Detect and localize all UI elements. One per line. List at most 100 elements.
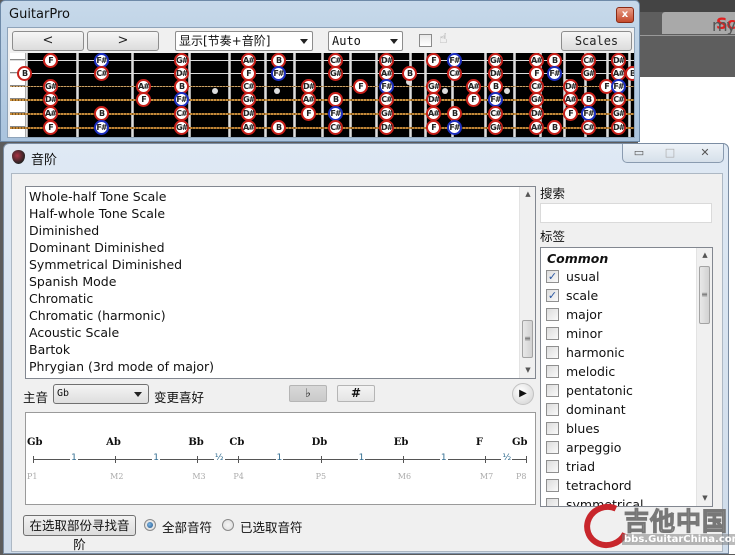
scale-list-item[interactable]: Dominant Diminished [29,240,165,255]
all-notes-radio[interactable] [144,519,156,531]
scroll-up-icon[interactable]: ▲ [520,187,535,202]
fret-note[interactable]: F [43,53,58,68]
fret-note[interactable]: F# [547,66,562,81]
minimize-button[interactable]: ▭ [623,144,655,162]
fret-note[interactable]: A# [301,92,316,107]
scale-list-item[interactable]: Half-whole Tone Scale [29,206,165,221]
tag-item[interactable]: pentatonic [546,382,633,399]
fret-note[interactable]: F [563,106,578,121]
fret-note[interactable]: F# [94,120,109,135]
fret-note[interactable]: C# [488,106,503,121]
tag-checkbox[interactable]: ✓ [546,289,559,302]
fret-note[interactable]: F [353,79,368,94]
close-button[interactable]: ✕ [685,144,725,162]
scale-list-item[interactable]: Whole-half Tone Scale [29,189,166,204]
fret-note[interactable]: G# [581,66,596,81]
fret-note[interactable]: A# [529,120,544,135]
background-tab[interactable]: my Sc [662,12,735,35]
fret-note[interactable]: A# [43,106,58,121]
scale-list-item[interactable]: Symmetrical Diminished [29,257,182,272]
fret-note[interactable]: F [301,106,316,121]
tag-item[interactable]: dominant [546,401,626,418]
tag-checkbox[interactable] [546,384,559,397]
tag-checkbox[interactable] [546,460,559,473]
scale-list-item[interactable]: Bartok [29,342,70,357]
fret-note[interactable]: C# [581,120,596,135]
tag-item[interactable]: triad [546,458,595,475]
fret-note[interactable]: C# [94,66,109,81]
tag-item[interactable]: ✓ usual [546,268,600,285]
fret-note[interactable]: D# [611,120,626,135]
auto-select[interactable]: Auto [328,31,403,51]
tag-checkbox[interactable] [546,422,559,435]
selected-notes-radio[interactable] [222,519,234,531]
tag-checkbox[interactable] [546,365,559,378]
next-button[interactable]: > [87,31,159,51]
fret-note[interactable]: G# [328,66,343,81]
play-button[interactable]: ▶ [512,383,534,405]
find-scale-in-selection-button[interactable]: 在选取部份寻找音阶 [23,515,136,552]
tag-item[interactable]: major [546,306,602,323]
scroll-up-icon[interactable]: ▲ [697,248,712,263]
fret-note[interactable]: A# [426,106,441,121]
fret-note[interactable]: D# [529,106,544,121]
fret-note[interactable]: G# [379,106,394,121]
display-mode-select[interactable]: 显示[节奏+音阶] [175,31,313,51]
fret-note[interactable]: D# [43,92,58,107]
tag-checkbox[interactable] [546,327,559,340]
option-checkbox[interactable] [419,34,432,47]
fret-note[interactable]: G# [241,92,256,107]
fret-note[interactable]: A# [241,120,256,135]
tag-item[interactable]: blues [546,420,600,437]
tags-list[interactable]: Common ▲ ≡ ▼ ✓ usual ✓ scale major minor harmo… [540,247,713,507]
fret-note[interactable]: F# [447,120,462,135]
fret-note[interactable]: B [271,120,286,135]
fret-note[interactable]: F [43,120,58,135]
hand-icon[interactable]: ☝ [439,31,448,47]
fret-note[interactable]: F [426,53,441,68]
scale-list-item[interactable]: Phrygian (3rd mode of major) [29,359,214,374]
fret-note[interactable]: B [547,120,562,135]
tag-checkbox[interactable] [546,441,559,454]
fret-note[interactable]: B [447,106,462,121]
tonic-select[interactable]: Gb [53,384,149,404]
all-notes-label[interactable]: 全部音符 [162,517,212,536]
tag-item[interactable]: tetrachord [546,477,632,494]
fret-note[interactable]: C# [174,106,189,121]
fret-note[interactable]: G# [174,120,189,135]
scale-list-item[interactable]: Chromatic (harmonic) [29,308,166,323]
fret-note[interactable]: F# [488,92,503,107]
tag-item[interactable]: minor [546,325,602,342]
scroll-thumb[interactable]: ≡ [522,320,533,358]
flat-button[interactable]: ♭ [289,385,327,402]
fret-note[interactable]: C# [328,120,343,135]
tag-item[interactable]: harmonic [546,344,625,361]
fret-note[interactable]: G# [529,92,544,107]
fret-note[interactable]: F# [328,106,343,121]
fret-note[interactable]: F# [271,66,286,81]
tag-item[interactable]: arpeggio [546,439,621,456]
tag-checkbox[interactable]: ✓ [546,270,559,283]
fret-note[interactable]: F# [581,106,596,121]
fret-note[interactable]: C# [379,92,394,107]
fret-note[interactable]: C# [447,66,462,81]
scale-list-item[interactable]: Spanish Mode [29,274,116,289]
fret-note[interactable]: A# [563,92,578,107]
tag-checkbox[interactable] [546,479,559,492]
tag-item[interactable]: ✓ scale [546,287,598,304]
fret-note[interactable]: G# [488,120,503,135]
fret-note[interactable]: F [136,92,151,107]
tags-scrollbar[interactable]: ▲ ≡ ▼ [696,248,712,506]
tag-item[interactable]: melodic [546,363,615,380]
prev-button[interactable]: < [12,31,84,51]
sharp-button[interactable]: # [337,385,375,402]
fret-note[interactable]: B [402,66,417,81]
fret-note[interactable]: G# [611,106,626,121]
tag-checkbox[interactable] [546,308,559,321]
tag-checkbox[interactable] [546,403,559,416]
fret-note[interactable]: B [581,92,596,107]
scale-list-item[interactable]: Acoustic Scale [29,325,119,340]
tag-checkbox[interactable] [546,498,559,506]
tag-checkbox[interactable] [546,346,559,359]
fret-note[interactable]: F [466,92,481,107]
